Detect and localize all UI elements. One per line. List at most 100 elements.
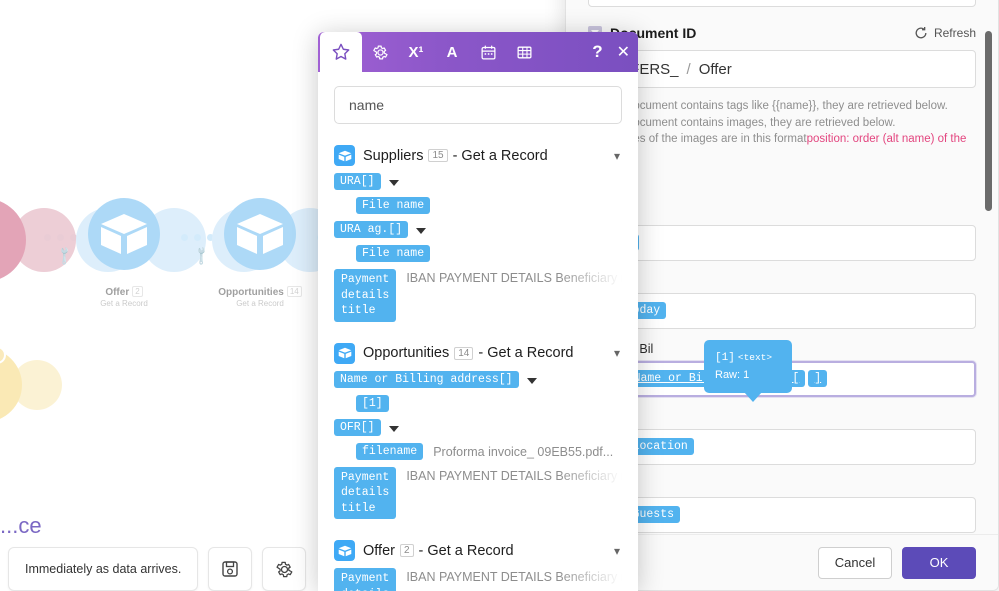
mapping-chip[interactable]: ] (808, 370, 828, 388)
gear-icon (372, 45, 388, 59)
search-input[interactable]: name (334, 86, 622, 124)
schedule-label: Immediately as data arrives. (25, 562, 182, 576)
section-title-properties: ...ies (588, 179, 976, 193)
tab-general-functions[interactable] (362, 32, 398, 72)
field-label: Location (588, 410, 976, 424)
field-input[interactable]: 2. Today (588, 292, 976, 329)
document-id-select[interactable]: _OFFERS_ / Offer (588, 50, 976, 88)
mapping-item-tag[interactable]: Payment details title (334, 269, 397, 322)
refresh-label: Refresh (933, 26, 976, 40)
save-button[interactable] (208, 547, 253, 591)
mapping-panel: X¹ A ? ✕ name Suppliers 15 - Get a Recor… (318, 32, 638, 591)
group-count-badge: 2 (399, 544, 414, 558)
mapping-item-tag[interactable]: OFR[] (334, 418, 381, 436)
airtable-icon (334, 342, 355, 364)
group-suffix: - Get a Record (478, 345, 574, 362)
document-id-header: Document ID Refresh (588, 25, 976, 41)
scenario-bottom-bar: Immediately as data arrives. (8, 547, 307, 591)
tab-array-functions[interactable] (506, 32, 542, 72)
mapping-item[interactable]: Payment details title IBAN PAYMENT DETAI… (334, 466, 622, 520)
mapping-item[interactable]: filename Proforma invoice_ 09EB55.pdf... (334, 442, 622, 460)
mapping-panel-body: name Suppliers 15 - Get a Record ▾ URA[] (318, 72, 638, 591)
mapping-item[interactable]: File name (334, 245, 622, 262)
toolbar-actions: ? ✕ (592, 42, 630, 62)
text-format-icon: A (446, 43, 458, 61)
mapping-item-tag[interactable]: URA ag.[] (334, 221, 409, 238)
help-icon[interactable]: ? (592, 42, 602, 62)
chevron-down-icon[interactable] (388, 425, 399, 432)
mapping-item[interactable]: File name (334, 197, 622, 214)
mapping-item[interactable]: URA ag.[] (334, 221, 622, 238)
canvas-heading-fragment: ...ce (0, 513, 42, 538)
tab-favorites[interactable] (320, 32, 362, 72)
star-icon (332, 43, 350, 60)
tooltip-type: <text> (737, 352, 773, 363)
search-input-value: name (349, 97, 385, 113)
airtable-icon (334, 145, 355, 166)
mapping-tooltip: [1] <text> Raw: 1 (704, 340, 792, 403)
mapping-item-tag[interactable]: File name (356, 197, 431, 214)
close-icon[interactable]: ✕ (617, 42, 630, 62)
mapping-item-tag[interactable]: URA[] (334, 173, 381, 190)
mapping-item[interactable]: [1] (334, 394, 622, 412)
breadcrumb-separator: / (686, 60, 691, 78)
refresh-button[interactable]: Refresh (914, 26, 976, 40)
group-header-offer[interactable]: Offer 2 - Get a Record ▾ (334, 540, 622, 562)
mapping-item-tag[interactable]: [1] (356, 394, 389, 412)
breadcrumb-leaf: Offer (698, 60, 732, 78)
chevron-down-icon[interactable]: ▾ (614, 149, 620, 163)
ok-button[interactable]: OK (902, 546, 976, 579)
chevron-down-icon[interactable]: ▾ (614, 544, 620, 558)
chevron-down-icon[interactable] (388, 180, 399, 186)
superscript-icon: X¹ (408, 43, 424, 61)
group-name: Offer (363, 542, 395, 559)
chevron-down-icon[interactable] (416, 228, 427, 234)
group-header-opportunities[interactable]: Opportunities 14 - Get a Record ▾ (334, 342, 622, 364)
group-suffix: - Get a Record (452, 147, 548, 164)
group-suffix: - Get a Record (418, 542, 514, 559)
tab-text-functions[interactable]: A (434, 32, 470, 72)
mapping-item-tag[interactable]: Name or Billing address[] (334, 370, 519, 388)
group-name: Suppliers (363, 147, 424, 164)
field-input[interactable]: 2. # (588, 224, 976, 261)
tab-math-functions[interactable]: X¹ (398, 32, 434, 72)
group-name: Opportunities (363, 345, 450, 362)
group-count-badge: 14 (454, 346, 474, 360)
group-count-badge: 15 (428, 149, 448, 162)
mapping-item-tag[interactable]: Payment details title (334, 466, 397, 520)
mapping-item[interactable]: Payment details title IBAN PAYMENT DETAI… (334, 269, 622, 322)
airtable-icon (334, 540, 355, 562)
table-icon (516, 46, 532, 58)
mapping-item-preview: IBAN PAYMENT DETAILS Beneficiary name (406, 271, 622, 285)
mapping-item-tag[interactable]: Payment details title (334, 568, 397, 591)
refresh-icon (915, 27, 927, 39)
helper-note-images: ○ If the document contains images, they … (588, 116, 896, 129)
field-label: Guests (588, 478, 976, 492)
group-header-suppliers[interactable]: Suppliers 15 - Get a Record ▾ (334, 145, 622, 166)
previous-field[interactable] (588, 0, 976, 7)
mapping-item-tag[interactable]: filename (356, 442, 424, 460)
tooltip-raw: Raw: 1 (715, 369, 750, 382)
chevron-down-icon[interactable] (526, 377, 537, 384)
tooltip-index: [1] (715, 352, 735, 364)
panel-scrollbar[interactable] (985, 31, 992, 211)
mapping-item-preview: Proforma invoice_ 09EB55.pdf... (433, 444, 614, 459)
mapping-item[interactable]: URA[] (334, 173, 622, 190)
field-input[interactable]: 14. Location (588, 428, 976, 465)
mapping-panel-toolbar: X¹ A ? ✕ (318, 32, 638, 72)
settings-button[interactable] (262, 547, 307, 591)
mapping-item[interactable]: Name or Billing address[] (334, 370, 622, 388)
tab-date-functions[interactable] (470, 32, 506, 72)
mapping-item[interactable]: OFR[] (334, 418, 622, 436)
helper-note-format: The names of the images are in this form… (588, 131, 976, 164)
field-input[interactable]: 14. Guests (588, 496, 976, 533)
mapping-item[interactable]: Payment details title IBAN PAYMENT DETAI… (334, 568, 622, 591)
cancel-button[interactable]: Cancel (818, 546, 892, 579)
field-label: # (588, 206, 976, 220)
gear-icon (276, 561, 293, 577)
schedule-setting[interactable]: Immediately as data arrives. (8, 547, 199, 591)
helper-note-tags: ○ If the document contains tags like {{n… (588, 100, 948, 112)
mapping-item-tag[interactable]: File name (356, 245, 431, 262)
chevron-down-icon[interactable]: ▾ (614, 346, 620, 360)
mapping-item-preview: IBAN PAYMENT DETAILS Beneficiary name (406, 570, 622, 585)
